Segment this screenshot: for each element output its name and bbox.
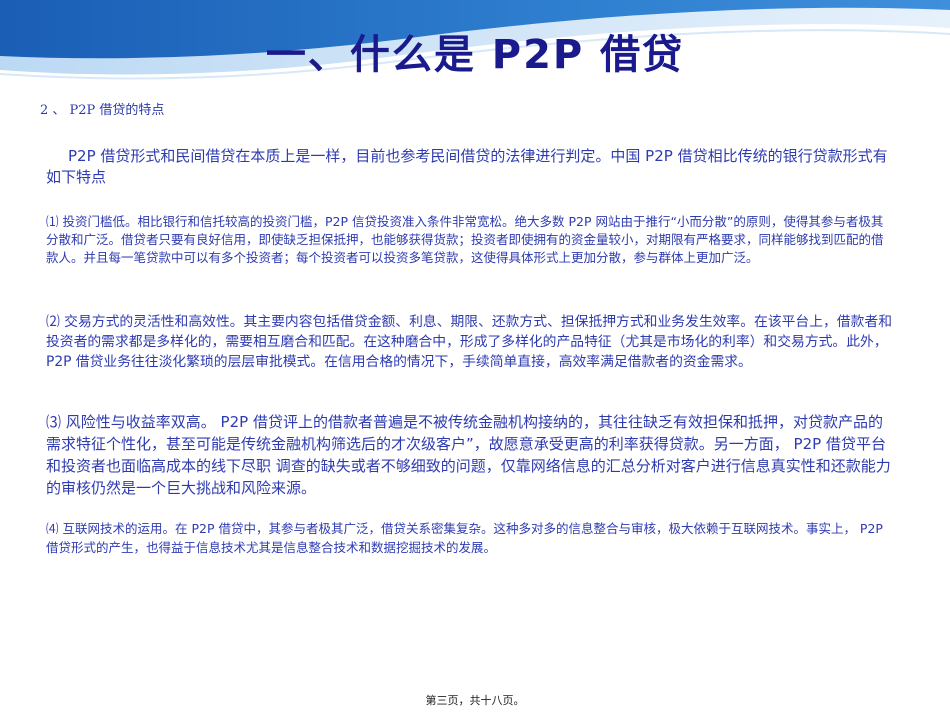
point-1-low-threshold: ⑴ 投资门槛低。相比银行和信托较高的投资门槛，P2P 信贷投资准入条件非常宽松。… (46, 214, 884, 265)
point-3-high-risk-return: ⑶ 风险性与收益率双高。 P2P 借贷评上的借款者普遍是不被传统金融机构接纳的，… (46, 413, 891, 497)
slide: 一、什么是 P2P 借贷 2 、 P2P 借贷的特点 P2P 借贷形式和民间借贷… (0, 0, 950, 713)
page-number-footer: 第三页，共十八页。 (425, 694, 525, 707)
intro-paragraph: P2P 借贷形式和民间借贷在本质上是一样，目前也参考民间借贷的法律进行判定。中国… (46, 147, 888, 186)
slide-title: 一、什么是 P2P 借贷 (265, 32, 685, 78)
point-4-internet-technology: ⑷ 互联网技术的运用。在 P2P 借贷中，其参与者极其广泛，借贷关系密集复杂。这… (46, 521, 883, 555)
section-subtitle: 2 、 P2P 借贷的特点 (40, 103, 165, 118)
point-2-flexibility: ⑵ 交易方式的灵活性和高效性。其主要内容包括借贷金额、利息、期限、还款方式、担保… (46, 314, 892, 370)
